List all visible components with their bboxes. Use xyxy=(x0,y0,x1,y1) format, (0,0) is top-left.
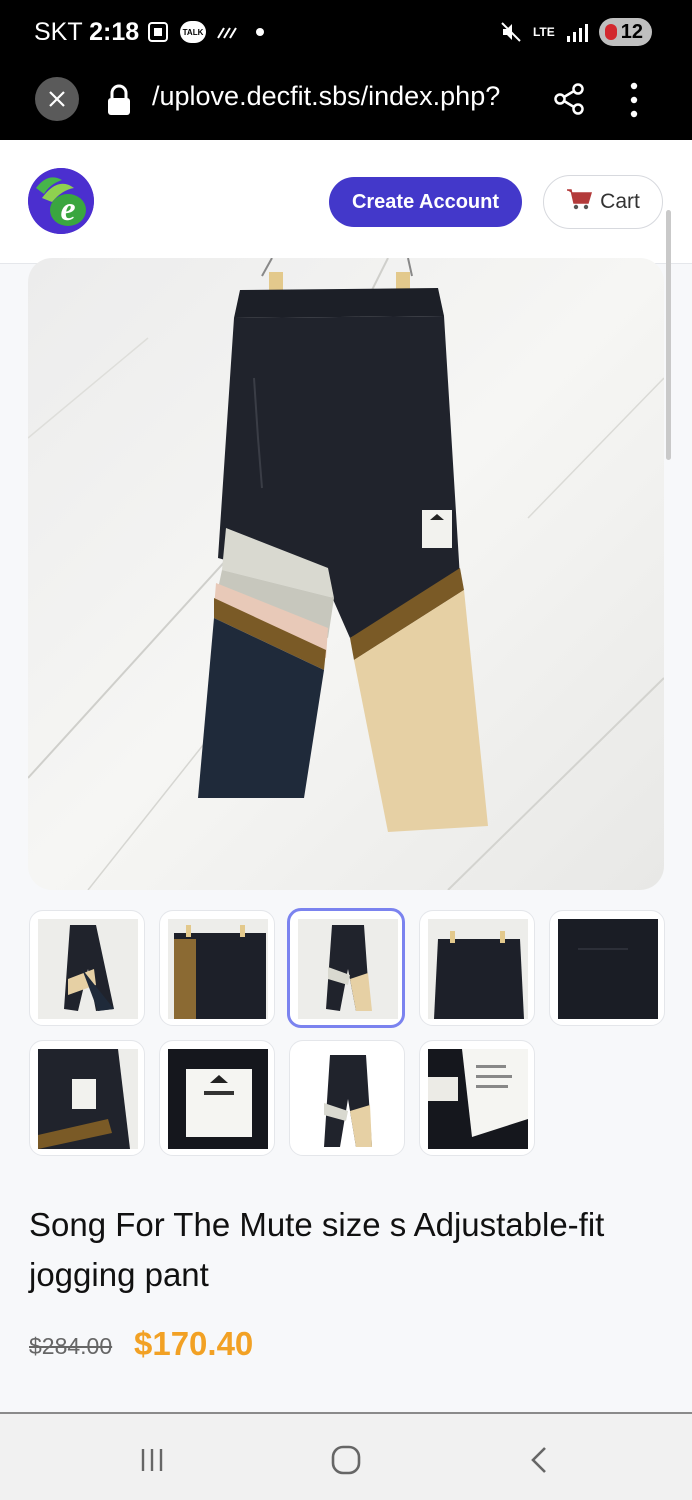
thumbnail-9[interactable] xyxy=(419,1040,535,1156)
logo-letter: e xyxy=(60,191,75,228)
signal-icon xyxy=(565,20,589,44)
network-label: LTE xyxy=(532,25,555,39)
screenshot-icon xyxy=(146,20,170,44)
notification-icons: TALK xyxy=(146,20,264,44)
back-icon[interactable] xyxy=(518,1440,562,1480)
page-scrollbar[interactable] xyxy=(666,210,671,460)
thumbnail-5[interactable] xyxy=(549,910,665,1026)
original-price: $284.00 xyxy=(29,1333,113,1359)
recent-apps-icon[interactable] xyxy=(130,1440,174,1480)
system-nav-bar xyxy=(0,1412,692,1500)
cart-label: Cart xyxy=(600,190,640,213)
thumbnail-4[interactable] xyxy=(419,910,535,1026)
cart-button[interactable]: Cart xyxy=(543,175,663,229)
thumbnail-2[interactable] xyxy=(159,910,275,1026)
thumbnail-6[interactable] xyxy=(29,1040,145,1156)
browser-url-bar: /uplove.decfit.sbs/index.php? xyxy=(0,66,692,140)
product-title: Song For The Mute size s Adjustable-fit … xyxy=(29,1206,605,1293)
battery-indicator: 12 xyxy=(598,18,652,46)
home-icon[interactable] xyxy=(324,1440,368,1480)
create-account-button[interactable]: Create Account xyxy=(329,177,522,227)
system-icons: LTE 12 xyxy=(499,18,652,46)
carrier-label: SKT xyxy=(34,18,83,46)
url-field[interactable]: /uplove.decfit.sbs/index.php? xyxy=(152,81,530,112)
sale-price: $170.40 xyxy=(134,1325,254,1362)
thumbnail-8[interactable] xyxy=(289,1040,405,1156)
lock-icon xyxy=(106,84,132,116)
thumbnail-1[interactable] xyxy=(29,910,145,1026)
main-product-image[interactable] xyxy=(28,258,664,890)
clock: 2:18 xyxy=(89,18,140,46)
battery-level: 12 xyxy=(620,20,643,43)
status-bar: SKT 2:18 TALK LTE 12 xyxy=(0,0,692,66)
status-time: SKT 2:18 xyxy=(34,18,139,47)
cart-icon xyxy=(566,188,593,216)
close-icon[interactable] xyxy=(35,77,79,121)
thumbnail-7[interactable] xyxy=(159,1040,275,1156)
share-icon[interactable] xyxy=(552,82,586,116)
more-vert-icon[interactable] xyxy=(624,80,644,120)
mute-icon xyxy=(499,20,523,44)
thumbnail-3-selected[interactable] xyxy=(287,908,405,1028)
site-logo[interactable]: e xyxy=(28,168,94,234)
signal-dash-icon xyxy=(216,20,240,44)
battery-charging-icon xyxy=(604,24,617,40)
talk-icon: TALK xyxy=(180,21,206,43)
notification-dot-icon xyxy=(256,28,264,36)
site-header: e Create Account Cart xyxy=(0,140,692,264)
